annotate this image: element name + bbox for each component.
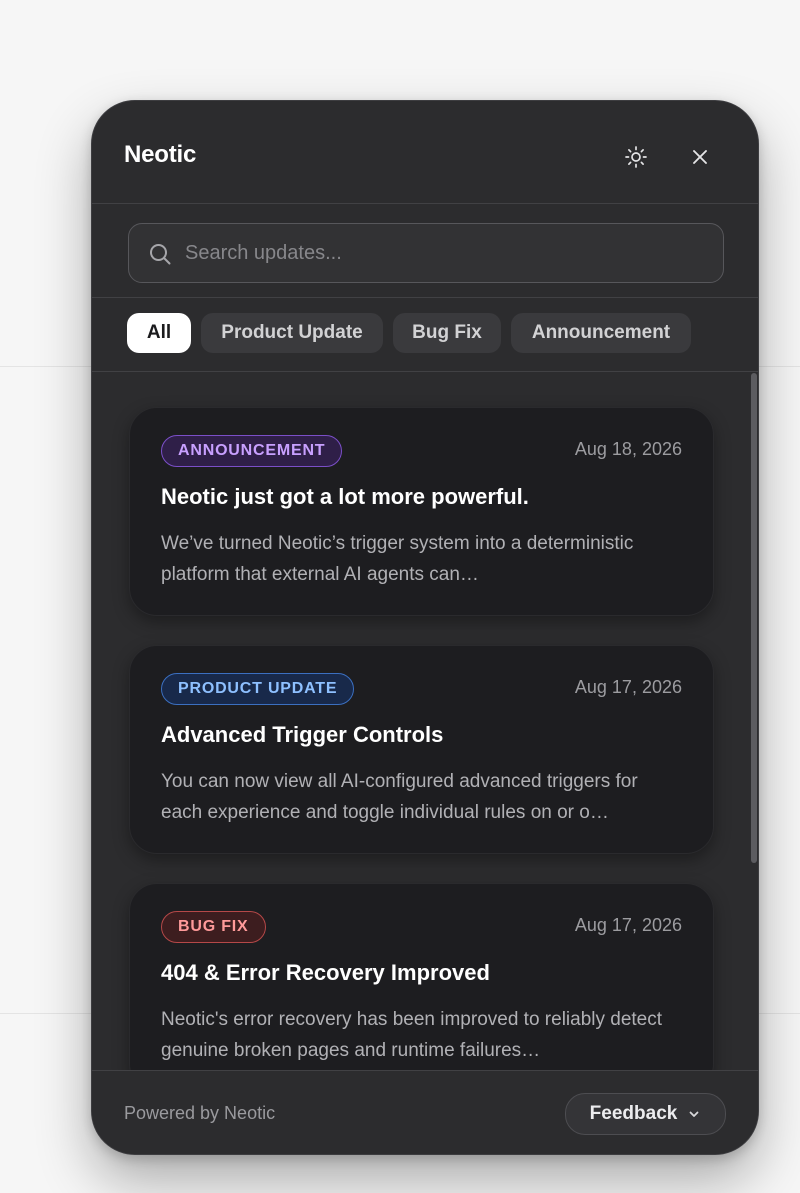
widget-header: Neotic bbox=[92, 101, 758, 204]
update-date: Aug 17, 2026 bbox=[574, 915, 682, 935]
update-card[interactable]: ANNOUNCEMENT Aug 18, 2026 Neotic just go… bbox=[129, 407, 714, 616]
update-title: Advanced Trigger Controls bbox=[161, 722, 444, 747]
search-input[interactable] bbox=[185, 224, 705, 282]
update-card[interactable]: BUG FIX Aug 17, 2026 404 & Error Recover… bbox=[129, 883, 714, 1070]
update-title: 404 & Error Recovery Improved bbox=[161, 960, 490, 985]
changelog-widget: Neotic Search updates... All Product Upd… bbox=[91, 100, 759, 1155]
search-icon bbox=[150, 244, 171, 265]
update-badge: PRODUCT UPDATE bbox=[161, 673, 355, 705]
widget-footer: Powered by Neotic Feedback bbox=[92, 1070, 758, 1154]
close-button[interactable] bbox=[682, 139, 718, 175]
filter-chip-announcement[interactable]: Announcement bbox=[511, 313, 691, 353]
theme-toggle-button[interactable] bbox=[618, 139, 654, 175]
update-title: Neotic just got a lot more powerful. bbox=[161, 484, 529, 509]
scrollbar-thumb[interactable] bbox=[751, 373, 757, 863]
updates-list[interactable]: ANNOUNCEMENT Aug 18, 2026 Neotic just go… bbox=[92, 373, 758, 1070]
search-section bbox=[92, 204, 758, 298]
filter-chip-all[interactable]: All bbox=[127, 313, 191, 353]
feedback-button[interactable]: Feedback bbox=[565, 1093, 726, 1135]
close-icon bbox=[693, 150, 707, 164]
update-badge: ANNOUNCEMENT bbox=[161, 435, 343, 467]
search-box[interactable] bbox=[128, 223, 724, 283]
powered-by-text: Powered by Neotic bbox=[124, 1103, 276, 1123]
update-card[interactable]: PRODUCT UPDATE Aug 17, 2026 Advanced Tri… bbox=[129, 645, 714, 854]
sun-icon bbox=[625, 146, 647, 168]
filter-tabs: All Product Update Bug Fix Announcement bbox=[92, 298, 758, 372]
app-title: Neotic bbox=[124, 141, 197, 168]
update-description: Neotic's error recovery has been improve… bbox=[161, 1009, 663, 1061]
feedback-label: Feedback bbox=[589, 1103, 678, 1124]
filter-chip-product-update[interactable]: Product Update bbox=[201, 313, 383, 353]
update-description: We’ve turned Neotic’s trigger system int… bbox=[161, 533, 634, 585]
chevron-down-icon bbox=[689, 1111, 699, 1117]
update-date: Aug 18, 2026 bbox=[574, 439, 682, 459]
filter-chip-bug-fix[interactable]: Bug Fix bbox=[393, 313, 501, 353]
update-badge: BUG FIX bbox=[161, 911, 266, 943]
update-description: You can now view all AI-configured advan… bbox=[161, 771, 638, 823]
update-date: Aug 17, 2026 bbox=[574, 677, 682, 697]
